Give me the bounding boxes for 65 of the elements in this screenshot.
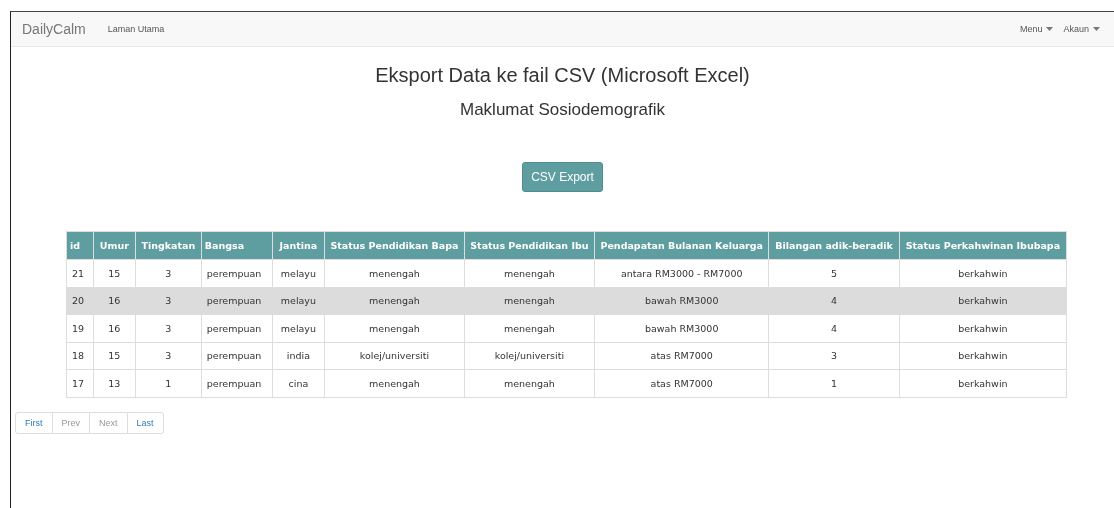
caret-icon bbox=[1093, 27, 1100, 31]
caret-icon bbox=[1046, 27, 1054, 31]
table-cell: perempuan bbox=[201, 314, 273, 342]
table-cell: menengah bbox=[464, 314, 595, 342]
table-cell: 3 bbox=[135, 259, 202, 287]
table-cell: 3 bbox=[135, 287, 202, 315]
table-cell: 17 bbox=[66, 369, 94, 397]
table-cell: 3 bbox=[135, 314, 202, 342]
brand-link[interactable]: DailyCalm bbox=[22, 21, 86, 37]
nav-link[interactable]: Laman Utama bbox=[107, 24, 165, 34]
table-cell: 20 bbox=[66, 287, 94, 315]
table-row[interactable]: 21 15 3 perempuan melayu menengah menengah antara RM3000 - RM7000 5 berkahwin bbox=[66, 259, 1067, 287]
table-cell: perempuan bbox=[201, 342, 273, 370]
table-cell: 4 bbox=[768, 314, 900, 342]
column-header: id bbox=[66, 231, 94, 260]
column-header: Jantina bbox=[272, 231, 325, 260]
table-cell: menengah bbox=[324, 259, 465, 287]
table-cell: menengah bbox=[324, 369, 465, 397]
column-header: Bilangan adik-beradik bbox=[768, 231, 900, 260]
table-cell: berkahwin bbox=[899, 369, 1067, 397]
table-cell: menengah bbox=[464, 259, 595, 287]
table-cell: kolej/universiti bbox=[324, 342, 465, 370]
column-header: Status Pendidikan Ibu bbox=[464, 231, 595, 260]
table-cell: menengah bbox=[464, 287, 595, 315]
column-header: Bangsa bbox=[201, 231, 273, 260]
table-cell: menengah bbox=[324, 287, 465, 315]
table-cell: 3 bbox=[135, 342, 202, 370]
table-cell: bawah RM3000 bbox=[594, 287, 769, 315]
table-cell: berkahwin bbox=[899, 314, 1067, 342]
table-cell: bawah RM3000 bbox=[594, 314, 769, 342]
table-cell: kolej/universiti bbox=[464, 342, 595, 370]
column-header: Pendapatan Bulanan Keluarga bbox=[594, 231, 769, 260]
table-cell: 21 bbox=[66, 259, 94, 287]
table-cell: atas RM7000 bbox=[594, 369, 769, 397]
table-cell: 18 bbox=[66, 342, 94, 370]
table-row[interactable]: 18 15 3 perempuan india kolej/universiti kolej/universiti atas RM7000 3 berkahwin bbox=[66, 342, 1067, 370]
column-header: Status Perkahwinan Ibubapa bbox=[899, 231, 1067, 260]
table-cell: menengah bbox=[464, 369, 595, 397]
table-cell: berkahwin bbox=[899, 259, 1067, 287]
table-cell: 1 bbox=[135, 369, 202, 397]
page-title: Eksport Data ke fail CSV (Microsoft Excel) bbox=[374, 64, 751, 87]
column-header: Tingkatan bbox=[135, 231, 202, 260]
table-row[interactable]: 17 13 1 perempuan cina menengah menengah atas RM7000 1 berkahwin bbox=[66, 369, 1067, 397]
pagination-button[interactable]: Last bbox=[126, 411, 164, 434]
table-cell: perempuan bbox=[201, 259, 273, 287]
dropdown-menu[interactable]: Menu bbox=[1019, 24, 1054, 34]
table-cell: perempuan bbox=[201, 287, 273, 315]
table-cell: berkahwin bbox=[899, 287, 1067, 315]
table-cell: 4 bbox=[768, 287, 900, 315]
page-subtitle: Maklumat Sosiodemografik bbox=[459, 100, 666, 120]
table-cell: antara RM3000 - RM7000 bbox=[594, 259, 769, 287]
column-header: Umur bbox=[93, 231, 136, 260]
table-cell: 19 bbox=[66, 314, 94, 342]
table-row[interactable]: 19 16 3 perempuan melayu menengah menengah bawah RM3000 4 berkahwin bbox=[66, 314, 1067, 342]
table-cell: 1 bbox=[768, 369, 900, 397]
table-row[interactable]: 20 16 3 perempuan melayu menengah menengah bawah RM3000 4 berkahwin bbox=[66, 287, 1067, 315]
column-header: Status Pendidikan Bapa bbox=[324, 231, 465, 260]
table-cell: 3 bbox=[768, 342, 900, 370]
pagination-button[interactable]: First bbox=[15, 411, 53, 434]
table-cell: 5 bbox=[768, 259, 900, 287]
table-cell: berkahwin bbox=[899, 342, 1067, 370]
table-cell: atas RM7000 bbox=[594, 342, 769, 370]
table-cell: perempuan bbox=[201, 369, 273, 397]
dropdown-menu[interactable]: Akaun bbox=[1063, 24, 1100, 34]
table-cell: menengah bbox=[324, 314, 465, 342]
